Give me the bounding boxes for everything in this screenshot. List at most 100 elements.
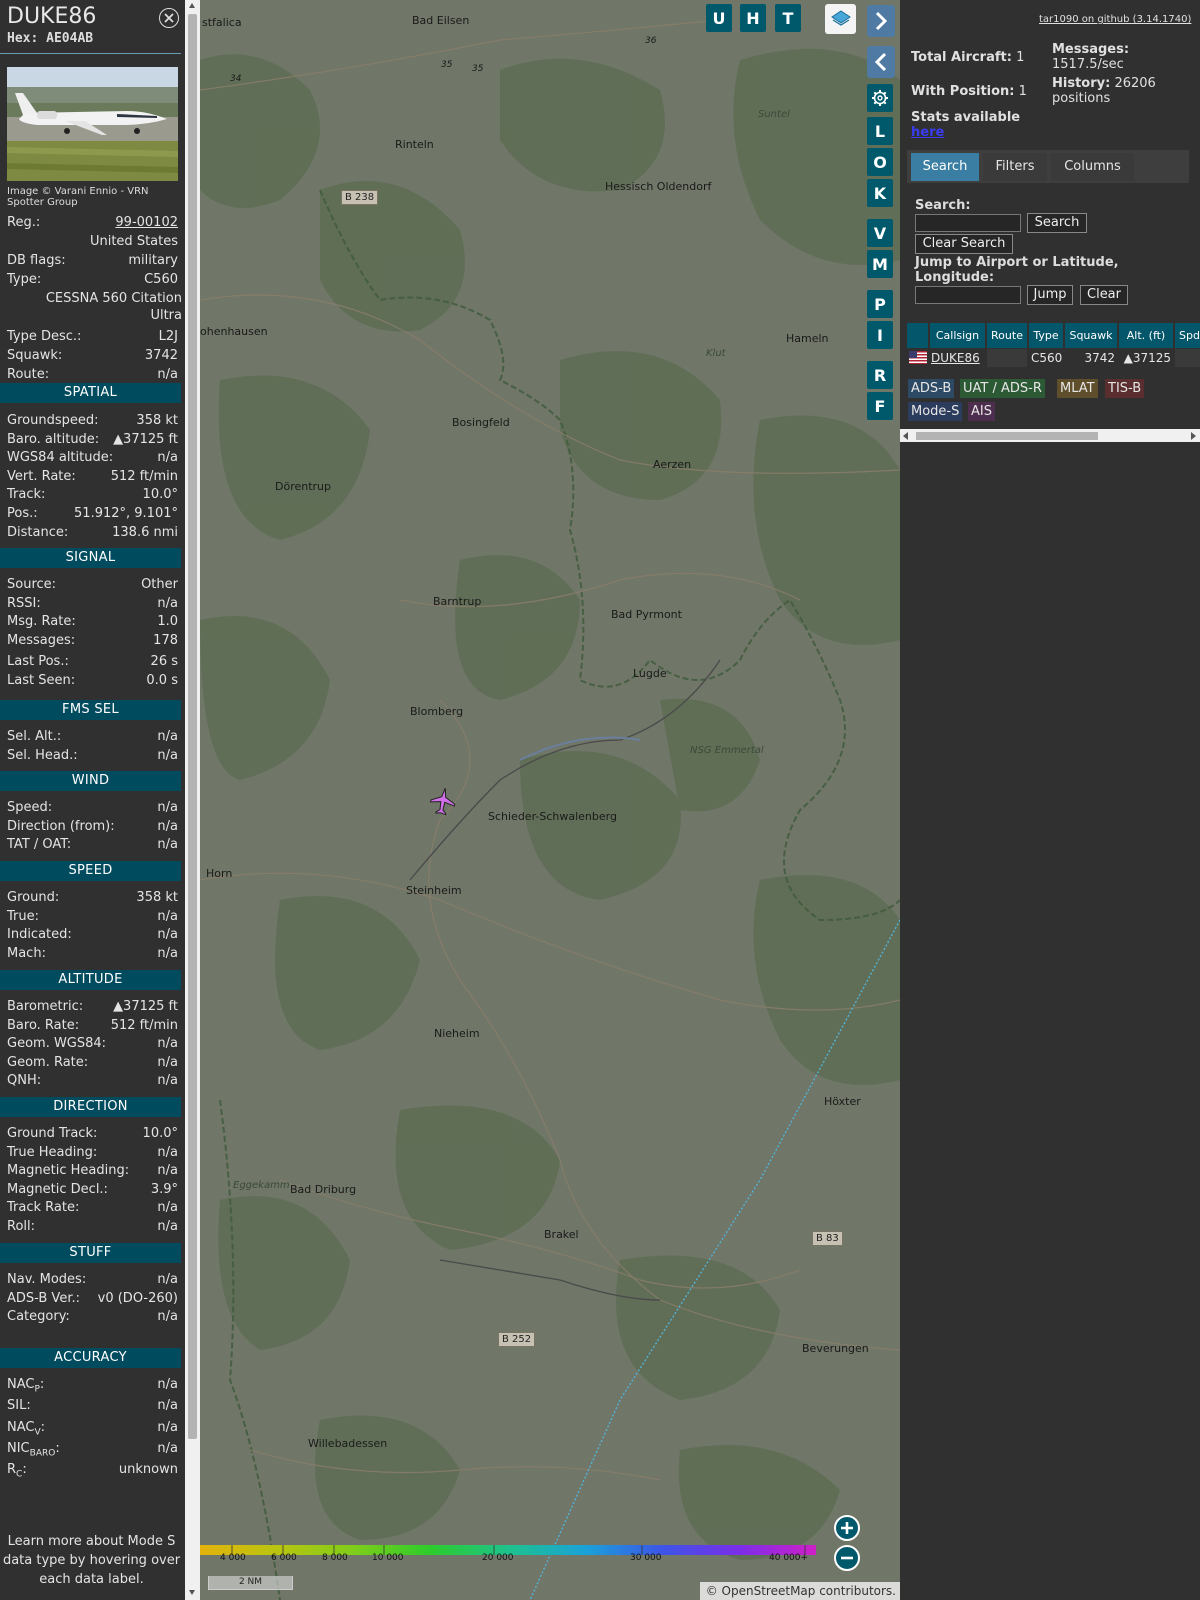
place-label: Aerzen <box>653 458 692 471</box>
tab-search[interactable]: Search <box>911 153 979 181</box>
place-label: ohenhausen <box>200 325 268 338</box>
tab-columns[interactable]: Columns <box>1051 153 1134 181</box>
altitude-tick-label: 6 000 <box>271 1553 297 1563</box>
table-scrollbar-thumb[interactable] <box>916 432 1098 440</box>
map-button-f[interactable]: F <box>867 392 893 420</box>
map-button-r[interactable]: R <box>867 361 893 389</box>
direction-value: n/a <box>157 1144 178 1160</box>
map-button-u[interactable]: U <box>706 4 732 32</box>
wind-label: TAT / OAT: <box>7 837 72 853</box>
map-button-k[interactable]: K <box>867 179 893 207</box>
table-header-callsign[interactable]: Callsign <box>930 323 985 348</box>
signal-value: 1.0 <box>157 614 178 630</box>
spatial-label: Groundspeed: <box>7 413 99 428</box>
map-button-l[interactable]: L <box>867 117 893 145</box>
map-button-v[interactable]: V <box>867 219 893 247</box>
place-label: Lugde <box>633 667 667 680</box>
wind-row: Direction (from): n/a <box>0 817 181 836</box>
signal-label: Last Seen: <box>7 673 76 688</box>
direction-row: Roll: n/a <box>0 1217 181 1236</box>
accuracy-label-text: SIL: <box>7 1398 31 1414</box>
signal-value: 0.0 s <box>146 673 178 688</box>
table-header-altitude[interactable]: Alt. (ft) <box>1119 323 1173 348</box>
place-label: NSG Emmertal <box>690 745 764 756</box>
jump-clear-button[interactable]: Clear <box>1080 285 1128 305</box>
row-squawk: 3742 <box>1084 351 1115 365</box>
altitude-tick-label: 40 000+ <box>769 1553 809 1563</box>
map-button-h[interactable]: H <box>740 4 766 32</box>
road-shield: B 238 <box>341 190 379 205</box>
map-button-t[interactable]: T <box>775 4 801 32</box>
search-input[interactable] <box>915 214 1021 232</box>
place-label: stfalica <box>202 16 242 29</box>
section-header-fms: FMS SEL <box>0 700 181 720</box>
map-button-i[interactable]: I <box>867 321 893 349</box>
place-label: Barntrup <box>433 595 482 608</box>
collapse-panel-icon[interactable] <box>867 46 895 78</box>
spatial-value: 138.6 nmi <box>112 524 178 540</box>
row-callsign[interactable]: DUKE86 <box>930 349 985 367</box>
total-aircraft: Total Aircraft: 1 <box>911 50 1025 65</box>
scroll-right-icon[interactable] <box>1190 432 1196 440</box>
close-icon[interactable] <box>159 8 179 28</box>
altitude-tick-label: 8 000 <box>322 1553 348 1563</box>
aircraft-photo[interactable] <box>7 67 178 181</box>
scroll-up-icon[interactable] <box>189 3 195 8</box>
scrollbar-thumb[interactable] <box>188 14 197 1439</box>
altitude-label: Barometric: <box>7 999 84 1014</box>
signal-row: Last Seen: 0.0 s <box>0 671 181 690</box>
spatial-row: Baro. altitude: ▲37125 ft <box>0 430 181 449</box>
legend-mlat: MLAT <box>1057 379 1098 398</box>
table-header-speed[interactable]: Spd <box>1175 323 1200 348</box>
info-panel-scrollbar[interactable] <box>185 0 200 1600</box>
us-flag-icon <box>909 351 927 364</box>
zoom-in-icon[interactable] <box>834 1515 860 1541</box>
search-button[interactable]: Search <box>1027 213 1087 233</box>
stuff-label: ADS-B Ver.: <box>7 1290 80 1306</box>
zoom-out-icon[interactable] <box>834 1545 860 1571</box>
place-label: Bad Eilsen <box>412 14 470 27</box>
selected-callsign: DUKE86 <box>7 4 97 29</box>
fms-row: Sel. Head.: n/a <box>0 746 181 765</box>
signal-value: 26 s <box>150 654 178 670</box>
settings-gear-icon[interactable] <box>867 84 893 112</box>
table-header-squawk[interactable]: Squawk <box>1065 323 1117 348</box>
scroll-down-icon[interactable] <box>189 1590 195 1595</box>
search-label: Search: <box>915 198 971 213</box>
label-colon: : <box>55 1440 60 1456</box>
wind-value: n/a <box>157 800 178 815</box>
accuracy-label: SIL: <box>7 1396 31 1415</box>
accuracy-value: n/a <box>157 1440 178 1456</box>
github-link[interactable]: tar1090 on github (3.14.1740) <box>1039 14 1191 25</box>
jump-button[interactable]: Jump <box>1027 285 1073 305</box>
registration-link[interactable]: 99-00102 <box>115 213 178 232</box>
accuracy-value: unknown <box>118 1462 178 1478</box>
clear-search-button[interactable]: Clear Search <box>915 234 1013 254</box>
map-attribution[interactable]: © OpenStreetMap contributors. <box>700 1582 900 1600</box>
map-button-m[interactable]: M <box>867 250 893 278</box>
section-header-speed: SPEED <box>0 861 181 881</box>
layers-icon[interactable] <box>825 4 856 34</box>
accuracy-label-text: NAC <box>7 1377 35 1392</box>
direction-label: Track Rate: <box>7 1200 80 1216</box>
table-horizontal-scrollbar[interactable] <box>900 429 1200 442</box>
spatial-row: Distance: 138.6 nmi <box>0 523 181 542</box>
table-header-type[interactable]: Type <box>1029 323 1063 348</box>
dbflags-row: DB flags: military <box>7 253 178 268</box>
fms-label: Sel. Alt.: <box>7 729 62 744</box>
tab-filters[interactable]: Filters <box>983 153 1047 181</box>
jump-input[interactable] <box>915 286 1021 304</box>
aircraft-marker-icon[interactable] <box>428 786 458 816</box>
scroll-left-icon[interactable] <box>903 432 909 440</box>
speed-value: n/a <box>157 945 178 961</box>
altitude-value: ▲37125 ft <box>113 999 178 1014</box>
map-button-o[interactable]: O <box>867 148 893 176</box>
expand-panel-icon[interactable] <box>867 5 895 37</box>
place-label: Willebadessen <box>308 1437 388 1450</box>
map-view[interactable]: stfalica Bad Eilsen Rinteln Hessisch Oldend… <box>200 0 900 1600</box>
map-button-p[interactable]: P <box>867 290 893 318</box>
altitude-tick-label: 4 000 <box>220 1553 246 1563</box>
direction-row: Track Rate: n/a <box>0 1198 181 1217</box>
table-header-route[interactable]: Route <box>987 323 1027 348</box>
stats-link[interactable]: here <box>911 125 944 140</box>
